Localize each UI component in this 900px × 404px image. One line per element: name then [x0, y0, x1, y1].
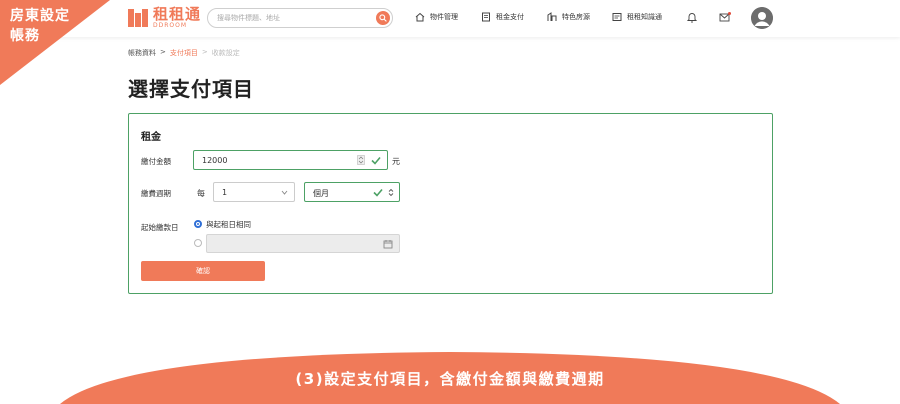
period-label: 繳費週期	[141, 189, 171, 198]
logo[interactable]: 租租通 DDROOM	[128, 6, 201, 30]
nav-featured-listings[interactable]: 特色房源	[547, 12, 590, 22]
start-date-label: 起始繳款日	[141, 223, 179, 232]
logo-mark-icon	[128, 7, 148, 29]
bell-icon[interactable]	[686, 11, 698, 23]
check-icon	[373, 188, 383, 197]
period-prefix: 每	[197, 189, 205, 198]
search-input[interactable]: 搜尋物件標題、地址	[207, 8, 393, 28]
number-stepper-icon[interactable]	[357, 155, 365, 165]
start-date-input[interactable]	[206, 234, 400, 253]
radio-same-as-lease-start[interactable]	[194, 220, 202, 228]
nav-property-management[interactable]: 物件管理	[415, 12, 458, 22]
user-icon	[751, 7, 773, 29]
mail-icon[interactable]	[719, 11, 731, 23]
search-icon	[379, 14, 387, 22]
search-placeholder: 搜尋物件標題、地址	[217, 14, 280, 22]
page-title: 選擇支付項目	[128, 77, 254, 101]
nav-knowledge[interactable]: 租租知識通	[612, 12, 662, 22]
nav-label: 特色房源	[562, 13, 590, 21]
nav-label: 物件管理	[430, 13, 458, 21]
amount-unit: 元	[392, 157, 400, 166]
nav-label: 租租知識通	[627, 13, 662, 21]
book-icon	[612, 13, 622, 21]
logo-sub: DDROOM	[153, 22, 188, 29]
payment-item-card: 租金 繳付金額 12000 元 繳費週期 每 1 個月 起始繳款日 與起租日相同…	[128, 113, 773, 294]
nav-rent-payment[interactable]: 租金支付	[481, 12, 524, 22]
bill-icon	[482, 12, 490, 22]
amount-value: 12000	[202, 156, 228, 165]
period-unit-value: 個月	[313, 189, 329, 198]
breadcrumb-item-billing[interactable]: 帳務資料	[128, 48, 156, 58]
radio-same-as-lease-start-label: 與起租日相同	[206, 220, 251, 229]
breadcrumb: 帳務資料 > 支付項目 > 收款設定	[128, 48, 240, 58]
breadcrumb-separator: >	[201, 48, 208, 56]
house-icon	[415, 12, 425, 22]
breadcrumb-item-payment-items: 支付項目	[169, 49, 198, 57]
period-unit-select[interactable]: 個月	[304, 182, 400, 202]
period-count-value: 1	[222, 188, 228, 197]
logo-name: 租租通	[153, 5, 202, 23]
period-count-select[interactable]: 1	[213, 182, 295, 202]
calendar-icon[interactable]	[383, 239, 393, 249]
select-arrows-icon	[388, 188, 394, 197]
avatar[interactable]	[751, 7, 773, 29]
caption-text: (3)設定支付項目，含繳付金額與繳費週期	[295, 370, 605, 388]
chevron-down-icon	[281, 190, 288, 195]
corner-ribbon: 房東設定 帳務	[0, 0, 110, 85]
amount-input[interactable]: 12000	[193, 150, 388, 170]
nav-label: 租金支付	[496, 13, 524, 21]
breadcrumb-item-collection-settings: 收款設定	[211, 49, 240, 57]
top-header: 租租通 DDROOM 搜尋物件標題、地址 物件管理 租金支付 特色房源 租租知識…	[0, 0, 900, 37]
corner-label-line1: 房東設定	[10, 8, 70, 24]
search-button[interactable]	[376, 11, 390, 25]
feature-house-icon	[547, 12, 557, 21]
amount-label: 繳付金額	[141, 157, 171, 166]
radio-custom-date[interactable]	[194, 239, 202, 247]
breadcrumb-separator: >	[160, 48, 166, 56]
section-title: 租金	[141, 132, 161, 143]
check-icon	[371, 156, 381, 165]
corner-label-line2: 帳務	[10, 28, 40, 44]
confirm-button[interactable]: 確認	[141, 261, 265, 281]
